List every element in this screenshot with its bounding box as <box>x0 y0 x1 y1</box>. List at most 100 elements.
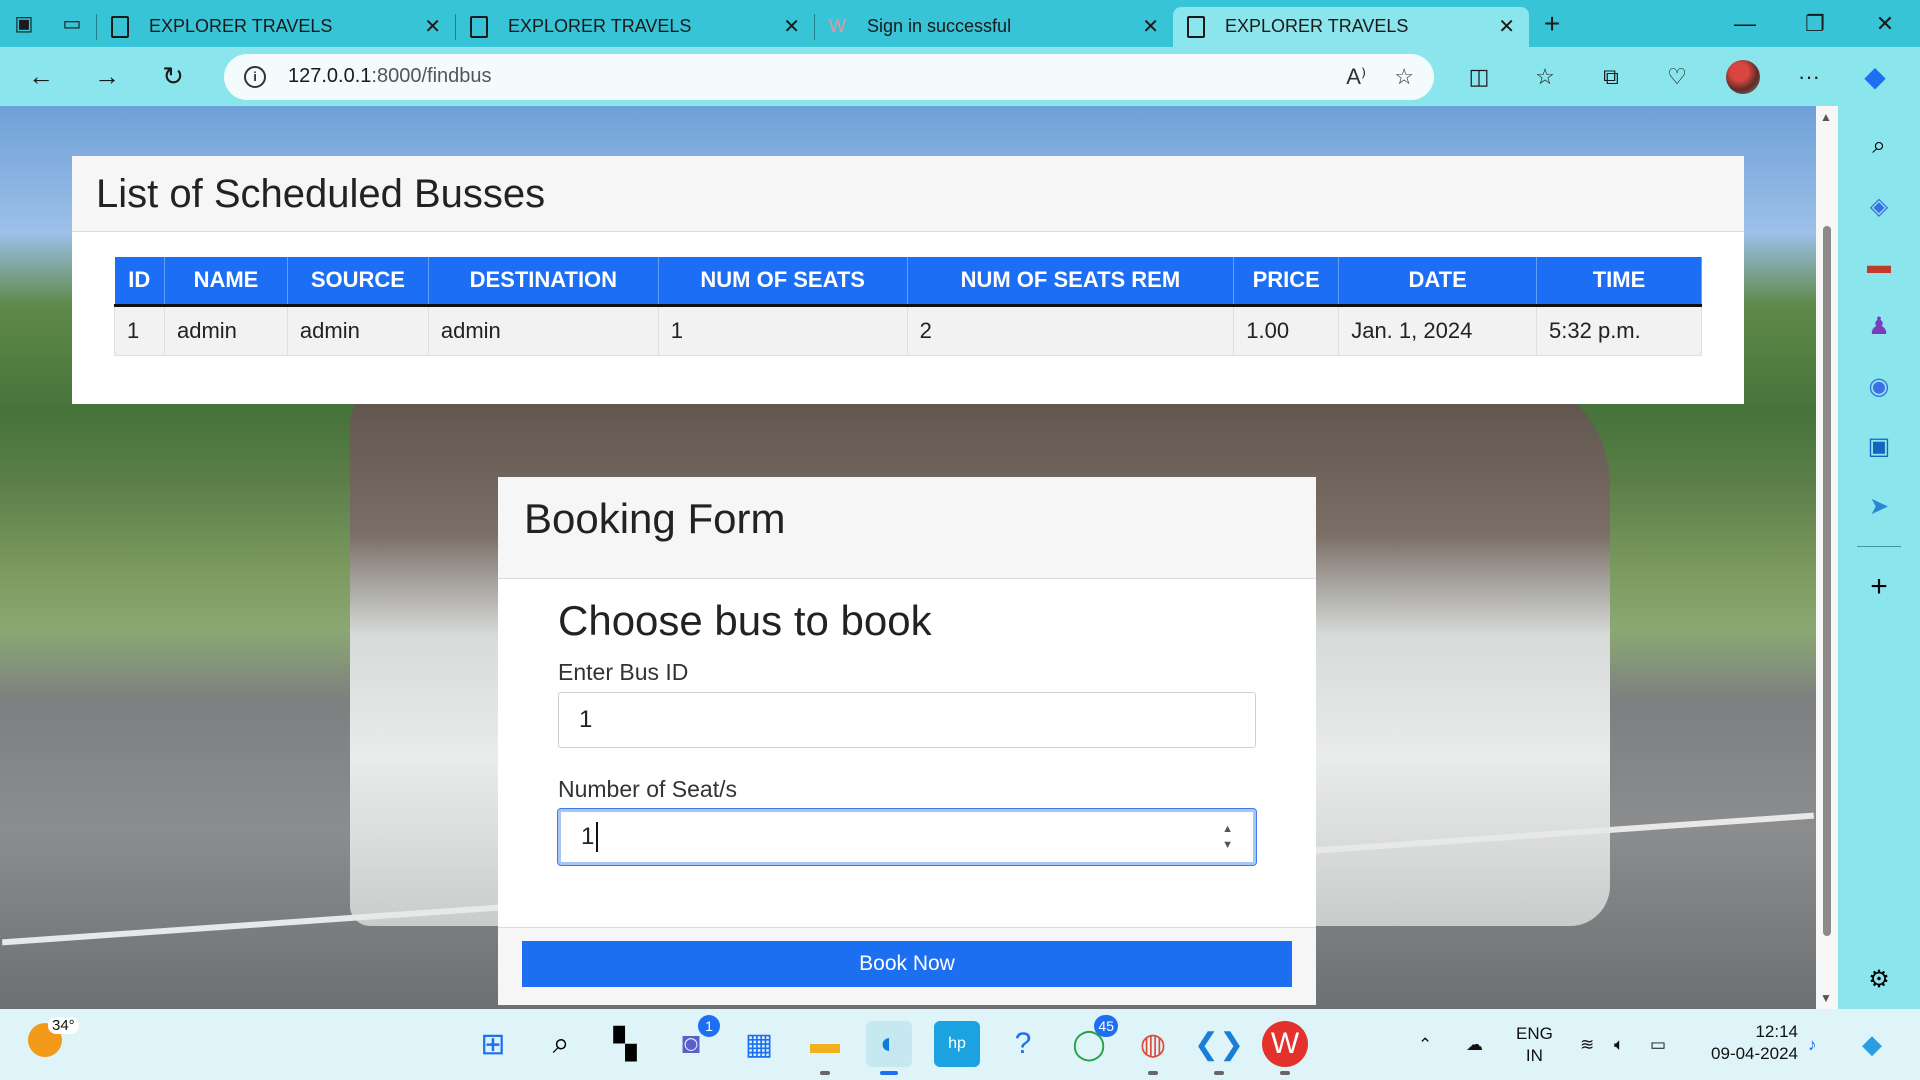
column-header: SOURCE <box>287 257 429 307</box>
bus-id-value: 1 <box>579 706 593 733</box>
scrollbar-thumb[interactable] <box>1823 226 1831 936</box>
scroll-down-icon[interactable]: ▼ <box>1820 991 1832 1005</box>
column-header: DATE <box>1338 257 1538 307</box>
back-button[interactable]: ← <box>8 47 74 106</box>
profile-button[interactable] <box>1710 47 1776 106</box>
bus-list-title: List of Scheduled Busses <box>72 156 1744 232</box>
notification-badge: 1 <box>698 1015 720 1037</box>
url-text[interactable]: 127.0.0.1:8000/findbus <box>288 65 1318 88</box>
close-icon[interactable]: ✕ <box>424 14 441 39</box>
tab-1[interactable]: EXPLORER TRAVELS ✕ <box>97 7 455 47</box>
teams-chat-icon[interactable]: ◙ 1 <box>668 1015 720 1067</box>
split-screen-icon[interactable]: ◫ <box>1446 47 1512 106</box>
wps-office-icon[interactable]: W <box>1262 1021 1308 1075</box>
tab-3[interactable]: W Sign in successful ✕ <box>815 7 1173 47</box>
collections-icon[interactable]: ⧉ <box>1578 47 1644 106</box>
column-header: ID <box>114 257 165 307</box>
workspaces-icon[interactable]: ▣ <box>0 0 48 47</box>
spin-down-icon[interactable]: ▼ <box>1222 837 1233 853</box>
seats-input[interactable]: 1 ▲ ▼ <box>557 808 1257 866</box>
spin-up-icon[interactable]: ▲ <box>1222 821 1233 837</box>
notification-bell-icon[interactable]: ♪ <box>1808 1009 1817 1080</box>
copilot-taskbar-icon[interactable]: ◆ <box>1862 1009 1882 1080</box>
bus-id-input[interactable]: 1 <box>558 692 1256 748</box>
language-indicator[interactable]: ENG IN <box>1516 1009 1553 1080</box>
forward-button[interactable]: → <box>74 47 140 106</box>
booking-form-footer: Book Now <box>498 927 1316 1005</box>
sidebar-settings-gear-icon[interactable]: ⚙ <box>1838 949 1920 1009</box>
info-icon[interactable]: i <box>244 65 266 88</box>
wifi-icon[interactable]: ≋ <box>1580 1009 1594 1080</box>
microsoft365-icon[interactable]: ◉ <box>1838 356 1920 416</box>
add-sidebar-app-icon[interactable]: + <box>1838 557 1920 617</box>
page-viewport: List of Scheduled Busses ID NAME SOURCE … <box>0 106 1816 1009</box>
page-scrollbar[interactable]: ▲ ▼ <box>1816 106 1838 1009</box>
sidebar-divider <box>1857 546 1901 547</box>
bus-list-card: List of Scheduled Busses ID NAME SOURCE … <box>72 156 1744 404</box>
tab-title: EXPLORER TRAVELS <box>508 16 692 36</box>
table-cell: admin <box>163 304 288 356</box>
running-indicator <box>1148 1071 1158 1075</box>
copilot-icon[interactable]: ◆ <box>1842 47 1908 106</box>
edge-browser-icon[interactable]: ◐ <box>866 1021 912 1075</box>
seats-value: 1 <box>581 823 595 850</box>
search-icon[interactable]: ⌕ <box>1838 116 1920 176</box>
games-icon[interactable]: ♟ <box>1838 296 1920 356</box>
number-spinner[interactable]: ▲ ▼ <box>1222 821 1233 853</box>
vscode-icon[interactable]: ❮❯ <box>1194 1021 1244 1075</box>
notification-badge: 45 <box>1094 1015 1118 1037</box>
start-windows-icon[interactable]: ⊞ <box>470 1021 516 1067</box>
tab-2[interactable]: EXPLORER TRAVELS ✕ <box>456 7 814 47</box>
column-header: NUM OF SEATS REM <box>907 257 1235 307</box>
tab-actions-icon[interactable]: ▭ <box>48 0 96 47</box>
store-icon[interactable]: ▦ <box>736 1021 782 1067</box>
drop-send-icon[interactable]: ➤ <box>1838 476 1920 536</box>
column-header: PRICE <box>1233 257 1340 307</box>
show-hidden-icons-chevron-icon[interactable]: ⌃ <box>1418 1009 1432 1080</box>
close-icon[interactable]: ✕ <box>1498 14 1515 39</box>
close-window-button[interactable]: ✕ <box>1850 0 1920 47</box>
chrome-icon[interactable]: ◍ <box>1130 1021 1176 1075</box>
tab-4-active[interactable]: EXPLORER TRAVELS ✕ <box>1173 6 1529 47</box>
url-host: 127.0.0.1 <box>288 65 372 87</box>
read-aloud-icon[interactable]: A⁾ <box>1346 64 1366 90</box>
active-indicator <box>880 1071 898 1075</box>
restore-button[interactable]: ❐ <box>1780 0 1850 47</box>
weather-widget[interactable]: 34° <box>28 1017 79 1057</box>
tab-title: EXPLORER TRAVELS <box>149 16 333 36</box>
table-cell: 2 <box>906 304 1235 356</box>
scroll-up-icon[interactable]: ▲ <box>1820 110 1832 124</box>
battery-icon[interactable]: ▭ <box>1650 1009 1666 1080</box>
favorite-star-icon[interactable]: ☆ <box>1394 64 1414 90</box>
page-icon <box>470 15 488 38</box>
address-bar[interactable]: i 127.0.0.1:8000/findbus A⁾ ☆ <box>224 53 1434 100</box>
browser-essentials-icon[interactable]: ♡ <box>1644 47 1710 106</box>
myhp-icon[interactable]: hp <box>934 1021 980 1067</box>
task-view-icon[interactable]: ▚ <box>602 1021 648 1067</box>
volume-icon[interactable]: 🔈︎ <box>1614 1009 1624 1080</box>
favorites-icon[interactable]: ☆ <box>1512 47 1578 106</box>
tools-briefcase-icon[interactable]: ▬ <box>1838 236 1920 296</box>
search-icon[interactable]: ⌕ <box>538 1021 584 1067</box>
close-icon[interactable]: ✕ <box>783 14 800 39</box>
language-code: ENG <box>1516 1023 1553 1043</box>
minimize-button[interactable]: — <box>1710 0 1780 47</box>
table-cell: 1 <box>657 304 908 356</box>
new-tab-button[interactable]: + <box>1529 0 1575 47</box>
book-now-button[interactable]: Book Now <box>522 941 1292 987</box>
help-icon[interactable]: ? <box>1000 1021 1046 1067</box>
outlook-icon[interactable]: ▣ <box>1838 416 1920 476</box>
file-explorer-icon[interactable]: ▬ <box>802 1021 848 1075</box>
avatar <box>1726 59 1760 94</box>
page-icon <box>111 15 129 38</box>
more-menu-icon[interactable]: ··· <box>1776 47 1842 106</box>
clock[interactable]: 12:14 09-04-2024 <box>1698 1021 1798 1065</box>
booking-form-card: Booking Form Choose bus to book Enter Bu… <box>498 477 1316 1005</box>
shopping-tag-icon[interactable]: ◈ <box>1838 176 1920 236</box>
table-cell: 1 <box>114 304 165 356</box>
booking-form-title: Booking Form <box>498 477 1316 579</box>
refresh-button[interactable]: ↻ <box>140 47 206 106</box>
close-icon[interactable]: ✕ <box>1142 14 1159 39</box>
whatsapp-icon[interactable]: ◯ 45 <box>1066 1015 1118 1067</box>
onedrive-cloud-icon[interactable]: ☁ <box>1466 1009 1483 1080</box>
